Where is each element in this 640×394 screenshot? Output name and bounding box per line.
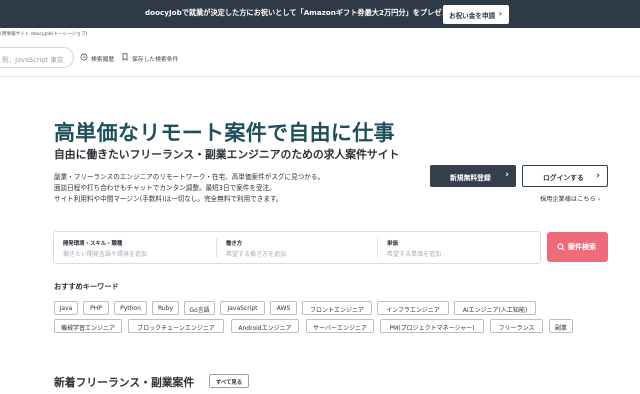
job-search-button[interactable]: 案件検索 — [547, 232, 608, 262]
hero-subtitle: 自由に働きたいフリーランス・副業エンジニアのための求人案件サイト — [54, 148, 400, 161]
keyword-chip[interactable]: フロントエンジニア — [302, 301, 372, 315]
work-style-field[interactable]: 働き方 希望する働き方を追加 — [217, 232, 377, 263]
chevron-right-icon: › — [596, 171, 600, 181]
keyword-chip[interactable]: Ruby — [152, 301, 179, 315]
promo-banner: doocyJobで就業が決定した方にお祝いとして「Amazonギフト券最大2万円… — [0, 0, 640, 28]
keyword-chip[interactable]: AIエンジニア(人工知能) — [454, 301, 536, 315]
login-button[interactable]: ログインする › — [522, 165, 608, 187]
keyword-chip[interactable]: Java — [54, 301, 78, 315]
bookmark-icon — [122, 53, 128, 61]
keyword-chip[interactable]: フリーランス — [490, 319, 543, 333]
keyword-chip[interactable]: サーバーエンジニア — [306, 319, 374, 333]
rate-field[interactable]: 単価 希望する単価を追加 — [378, 232, 540, 263]
celebration-apply-label: お祝い金を申請 — [449, 12, 496, 20]
hero-description-line: 面談日程や打ち合わせもチャットでカンタン調整。最短3日で案件を受注。 — [54, 184, 276, 192]
skill-field-placeholder: 働きたい開発言語や環境を追加 — [63, 251, 148, 258]
hero-title: 高単価なリモート案件で自由に仕事 — [54, 121, 395, 145]
keyword-chip[interactable]: AWS — [270, 301, 297, 315]
header-divider — [0, 76, 640, 77]
keyword-chip[interactable]: 副業 — [549, 319, 573, 333]
register-button[interactable]: 新規無料登録 › — [430, 165, 516, 187]
login-button-label: ログインする — [543, 174, 584, 182]
rate-field-placeholder: 希望する単価を追加 — [387, 251, 442, 258]
register-button-label: 新規無料登録 — [450, 174, 491, 182]
rate-field-label: 単価 — [387, 241, 398, 247]
celebration-apply-button[interactable]: お祝い金を申請 › — [443, 5, 509, 24]
chevron-right-icon: › — [498, 9, 502, 18]
search-icon — [557, 243, 565, 251]
keyword-chip[interactable]: ブロックチェーンエンジニア — [128, 319, 224, 333]
see-all-button[interactable]: すべて見る — [209, 374, 249, 388]
work-style-field-label: 働き方 — [226, 241, 243, 247]
employer-link-label: 採用企業様はこちら — [540, 196, 596, 203]
saved-search-label: 保存した検索条件 — [132, 57, 179, 63]
search-history-link[interactable]: 検索履歴 — [80, 53, 115, 63]
recommended-keywords-heading: おすすめキーワード — [54, 282, 119, 291]
hero-description-line: サイト利用料や中間マージン(手数料)は一切なし。完全無料で利用できます。 — [54, 195, 283, 203]
history-icon — [80, 53, 88, 61]
site-tagline: (用情報サイト doocyJob(ドーシージョブ) — [0, 32, 88, 37]
chevron-right-icon: › — [505, 170, 509, 180]
job-search-button-label: 案件検索 — [568, 243, 596, 251]
keyword-chip[interactable]: Go言語 — [184, 301, 215, 315]
keyword-chip[interactable]: PHP — [83, 301, 109, 315]
skill-field-label: 開発環境・スキル・職種 — [63, 241, 123, 247]
keyword-chip[interactable]: インフラエンジニア — [377, 301, 449, 315]
keyword-search-input[interactable]: 例：JavaScript 東京 — [0, 47, 74, 68]
chevron-right-icon: › — [597, 196, 601, 203]
keyword-chip[interactable]: Python — [114, 301, 147, 315]
promo-banner-text: doocyJobで就業が決定した方にお祝いとして「Amazonギフト券最大2万円… — [145, 8, 465, 17]
skill-field[interactable]: 開発環境・スキル・職種 働きたい開発言語や環境を追加 — [54, 232, 216, 263]
keyword-chip[interactable]: JavaScript — [220, 301, 265, 315]
keyword-chip[interactable]: PM(プロジェクトマネージャー) — [380, 319, 484, 333]
keyword-chip[interactable]: Androidエンジニア — [231, 319, 299, 333]
keyword-chip[interactable]: 機械学習エンジニア — [54, 319, 122, 333]
saved-search-link[interactable]: 保存した検索条件 — [122, 53, 179, 63]
job-search-form: 開発環境・スキル・職種 働きたい開発言語や環境を追加 働き方 希望する働き方を追… — [53, 231, 541, 264]
new-listings-heading: 新着フリーランス・副業案件 — [54, 376, 195, 389]
employer-link[interactable]: 採用企業様はこちら › — [540, 194, 600, 203]
work-style-field-placeholder: 希望する働き方を追加 — [226, 251, 287, 258]
search-history-label: 検索履歴 — [91, 57, 115, 63]
keyword-search-placeholder: 例：JavaScript 東京 — [2, 56, 64, 64]
hero-description-line: 副業・フリーランスのエンジニアのリモートワーク・在宅、高単価案件がスグに見つかる… — [54, 173, 325, 181]
